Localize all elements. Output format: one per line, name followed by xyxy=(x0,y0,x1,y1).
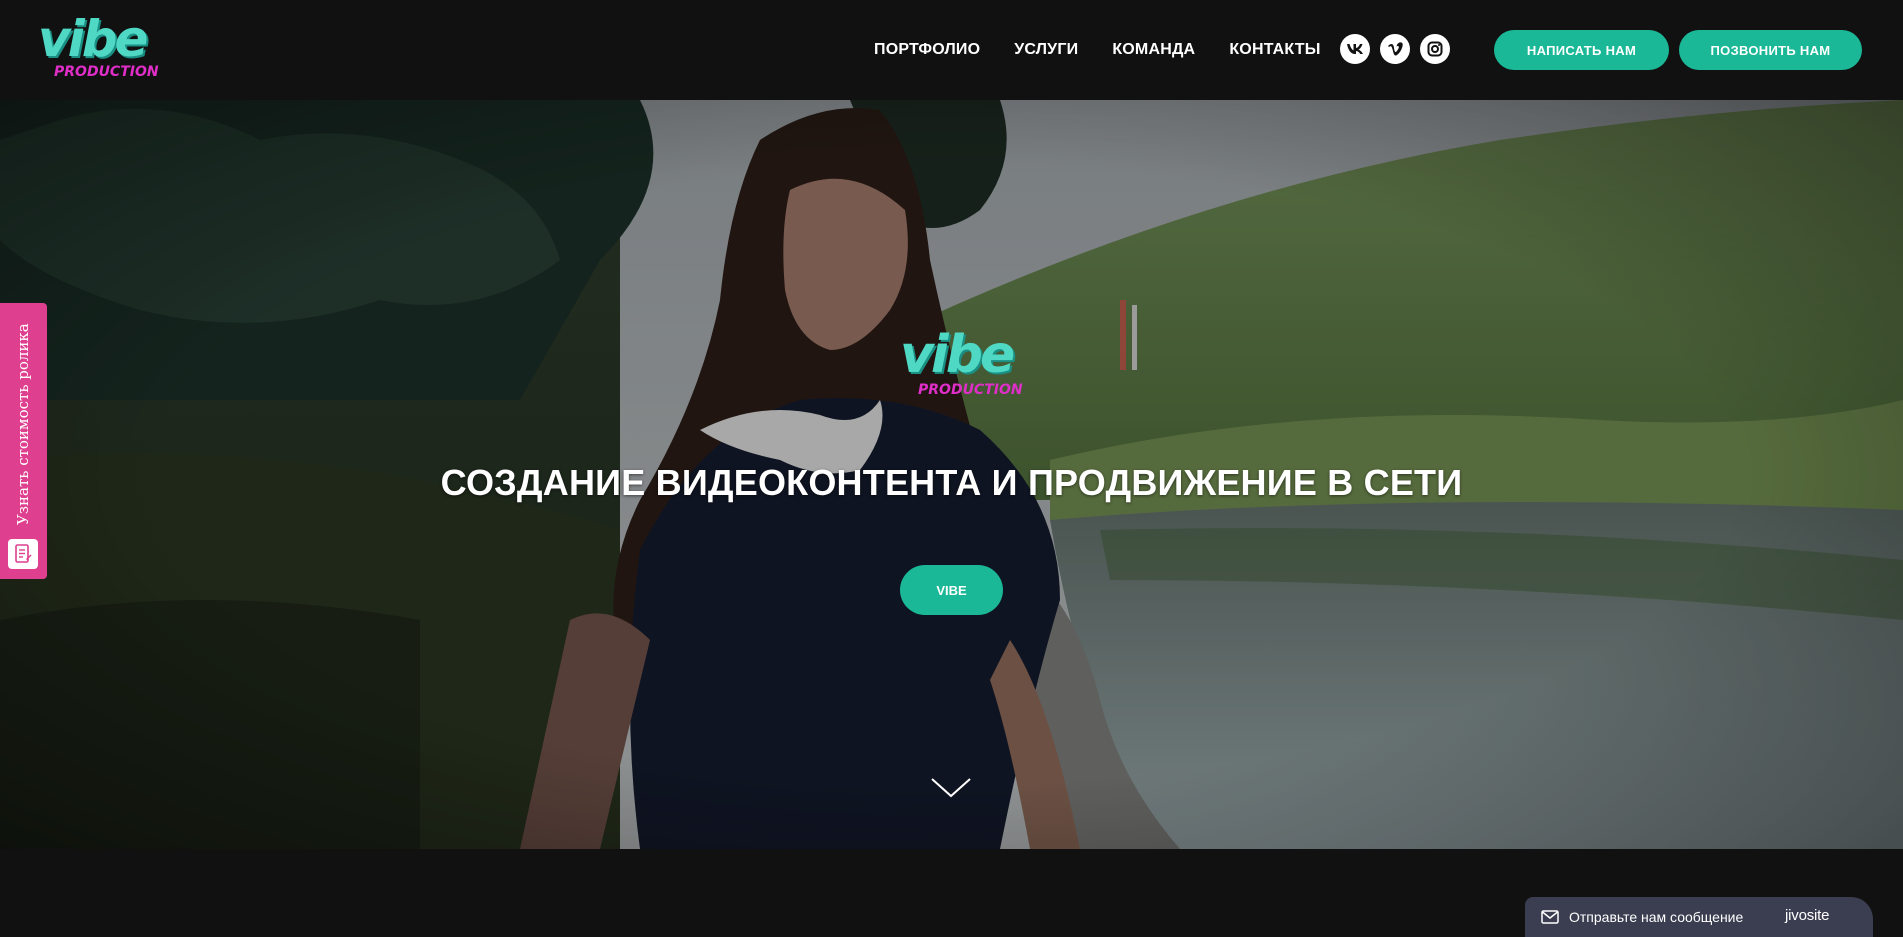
vk-icon[interactable] xyxy=(1340,34,1370,64)
hero-logo: vibe PRODUCTION xyxy=(900,325,1023,410)
price-request-label: Узнать стоимость ролика xyxy=(14,323,32,525)
hero-logo-subtitle: PRODUCTION xyxy=(918,382,1023,398)
chat-brand: jivosite xyxy=(1785,907,1830,924)
social-links xyxy=(1340,34,1460,64)
vimeo-icon[interactable] xyxy=(1380,34,1410,64)
nav-item-services[interactable]: УСЛУГИ xyxy=(1014,41,1078,59)
form-icon xyxy=(8,539,38,569)
logo-word: vibe xyxy=(38,10,148,68)
nav-item-contacts[interactable]: КОНТАКТЫ xyxy=(1229,41,1320,59)
nav-item-portfolio[interactable]: ПОРТФОЛИО xyxy=(874,41,980,59)
vibe-button[interactable]: VIBE xyxy=(900,565,1003,615)
main-nav: ПОРТФОЛИО УСЛУГИ КОМАНДА КОНТАКТЫ xyxy=(874,38,1321,62)
hero-logo-word: vibe xyxy=(900,325,1015,385)
site-logo[interactable]: vibe PRODUCTION xyxy=(38,10,159,86)
logo-subtitle: PRODUCTION xyxy=(54,64,159,80)
chevron-down-icon[interactable] xyxy=(930,776,972,800)
write-us-button[interactable]: НАПИСАТЬ НАМ xyxy=(1494,30,1669,70)
nav-item-team[interactable]: КОМАНДА xyxy=(1112,41,1195,59)
price-request-tab[interactable]: Узнать стоимость ролика xyxy=(0,303,47,579)
mail-icon xyxy=(1541,910,1559,924)
instagram-icon[interactable] xyxy=(1420,34,1450,64)
hero-section: vibe PRODUCTION СОЗДАНИЕ ВИДЕОКОНТЕНТА И… xyxy=(0,100,1903,849)
chat-widget[interactable]: Отправьте нам сообщение jivosite xyxy=(1525,897,1873,937)
site-header: vibe PRODUCTION ПОРТФОЛИО УСЛУГИ КОМАНДА… xyxy=(0,0,1903,100)
call-us-button[interactable]: ПОЗВОНИТЬ НАМ xyxy=(1679,30,1862,70)
chat-label: Отправьте нам сообщение xyxy=(1569,909,1744,925)
hero-title: СОЗДАНИЕ ВИДЕОКОНТЕНТА И ПРОДВИЖЕНИЕ В С… xyxy=(440,462,1463,503)
